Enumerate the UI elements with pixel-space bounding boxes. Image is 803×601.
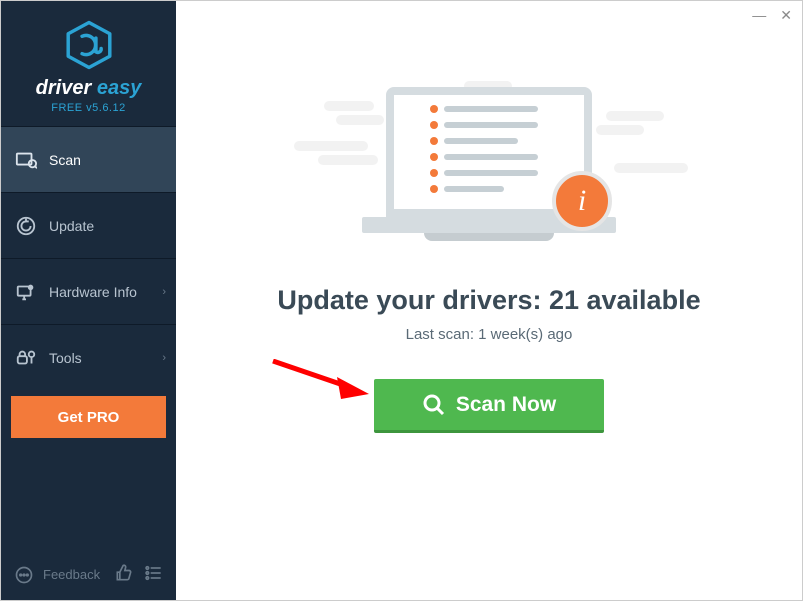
- brand-name: driver easy: [1, 77, 176, 100]
- headline: Update your drivers: 21 available: [176, 285, 802, 316]
- logo-icon: [63, 19, 115, 71]
- sidebar-item-hardware[interactable]: Hardware Info ›: [1, 258, 176, 324]
- laptop-foot: [424, 233, 554, 241]
- logo-area: driver easy FREE v5.6.12: [1, 1, 176, 126]
- info-badge-icon: i: [552, 171, 612, 231]
- annotation-arrow-icon: [271, 359, 371, 404]
- search-icon: [422, 393, 446, 417]
- hardware-icon: [15, 281, 37, 303]
- sidebar-bottom: Feedback: [1, 555, 176, 600]
- sidebar-item-label: Tools: [49, 350, 82, 366]
- thumbs-up-icon[interactable]: [114, 563, 134, 586]
- sidebar-spacer: [1, 448, 176, 555]
- get-pro-button[interactable]: Get PRO: [11, 396, 166, 438]
- hero-illustration: i: [324, 71, 654, 261]
- menu-icon[interactable]: [144, 563, 164, 586]
- brand-driver: driver: [36, 77, 92, 99]
- update-icon: [15, 215, 37, 237]
- brand-easy: easy: [91, 77, 141, 99]
- brand-version: FREE v5.6.12: [1, 102, 176, 114]
- feedback-icon[interactable]: [13, 564, 35, 586]
- sidebar-item-update[interactable]: Update: [1, 192, 176, 258]
- sidebar-item-tools[interactable]: Tools ›: [1, 324, 176, 390]
- main-panel: — ✕ i Update your drivers: 21 available …: [176, 1, 802, 600]
- scan-icon: [15, 149, 37, 171]
- sidebar-item-label: Scan: [49, 152, 81, 168]
- minimize-button[interactable]: —: [752, 7, 766, 24]
- window-controls: — ✕: [752, 7, 792, 24]
- tools-icon: [15, 347, 37, 369]
- feedback-label[interactable]: Feedback: [43, 567, 100, 582]
- nav: Scan Update Hardware Info › Tools ›: [1, 126, 176, 390]
- sidebar-item-label: Update: [49, 218, 94, 234]
- chevron-right-icon: ›: [162, 352, 166, 364]
- close-button[interactable]: ✕: [780, 7, 792, 24]
- chevron-right-icon: ›: [162, 286, 166, 298]
- sidebar-item-label: Hardware Info: [49, 284, 137, 300]
- last-scan-text: Last scan: 1 week(s) ago: [176, 326, 802, 343]
- scan-now-label: Scan Now: [456, 393, 556, 417]
- scan-now-button[interactable]: Scan Now: [374, 379, 604, 433]
- sidebar-item-scan[interactable]: Scan: [1, 126, 176, 192]
- sidebar: driver easy FREE v5.6.12 Scan Update Har…: [1, 1, 176, 600]
